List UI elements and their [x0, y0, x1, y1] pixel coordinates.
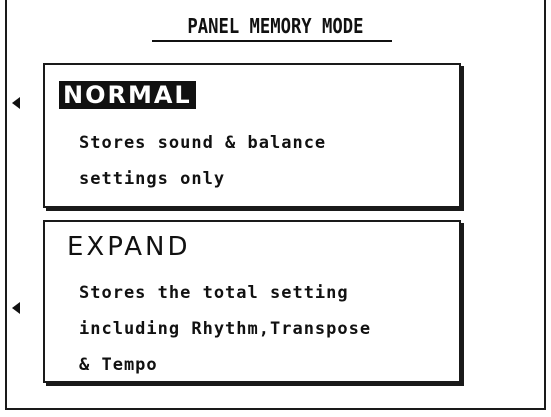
description-line: including Rhythm,Transpose — [79, 319, 372, 339]
title-underline — [152, 40, 392, 42]
option-expand-panel[interactable]: EXPAND Stores the total setting includin… — [43, 220, 461, 383]
screen-border-bottom — [5, 408, 546, 410]
option-normal-panel[interactable]: NORMAL Stores sound & balance settings o… — [43, 63, 461, 208]
screen-border-left — [5, 0, 7, 410]
screen-border-right — [544, 0, 546, 410]
left-triangle-icon[interactable] — [12, 302, 20, 314]
left-triangle-icon[interactable] — [12, 97, 20, 109]
option-expand-label: EXPAND — [67, 232, 191, 262]
option-normal-label: NORMAL — [59, 81, 196, 109]
description-line: & Tempo — [79, 355, 158, 375]
description-line: Stores sound & balance — [79, 133, 327, 153]
option-normal-description: Stores sound & balance settings only — [79, 125, 326, 197]
page-title: PANEL MEMORY MODE — [187, 14, 364, 38]
lcd-screen: PANEL MEMORY MODE NORMAL Stores sound & … — [0, 0, 551, 417]
description-line: Stores the total setting — [79, 283, 349, 303]
option-expand-description: Stores the total setting including Rhyth… — [79, 275, 371, 383]
description-line: settings only — [79, 169, 226, 189]
